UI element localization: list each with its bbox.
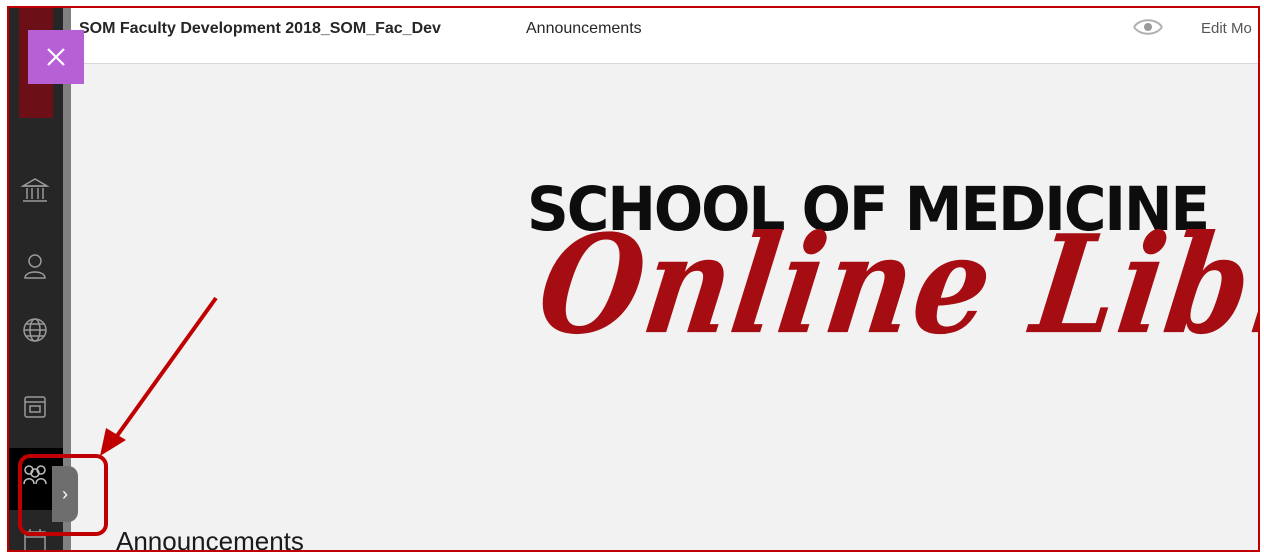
groups-icon[interactable]	[15, 454, 55, 494]
banner-title-line2: Online Library	[529, 204, 1260, 365]
person-icon[interactable]	[15, 246, 55, 286]
course-title[interactable]: SOM Faculty Development 2018_SOM_Fac_Dev	[79, 20, 441, 38]
app-window: SOM Faculty Development 2018_SOM_Fac_Dev…	[7, 6, 1260, 552]
close-panel-button[interactable]	[28, 30, 84, 84]
course-box-icon[interactable]	[15, 386, 55, 426]
announcements-heading: Announcements	[116, 526, 304, 552]
expand-nav-toggle[interactable]: ›	[52, 466, 78, 522]
globe-icon[interactable]	[15, 310, 55, 350]
close-icon	[47, 48, 65, 66]
edit-mode-toggle[interactable]: Edit Mo	[1201, 20, 1252, 37]
institution-icon[interactable]	[15, 170, 55, 210]
page-label: Announcements	[526, 20, 642, 37]
eye-preview-icon[interactable]	[1131, 14, 1165, 40]
chevron-right-icon: ›	[62, 483, 68, 504]
calendar-icon[interactable]	[15, 520, 55, 550]
course-header: SOM Faculty Development 2018_SOM_Fac_Dev…	[71, 8, 1258, 64]
